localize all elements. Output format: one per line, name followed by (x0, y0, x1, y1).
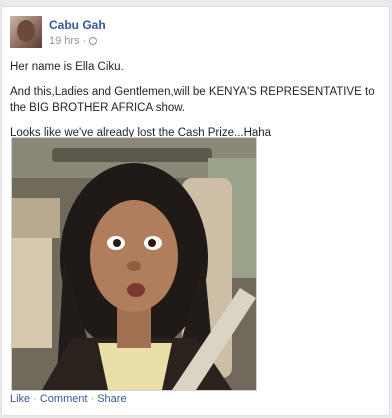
post-timestamp[interactable]: 19 hrs (49, 35, 80, 47)
post-meta: 19 hrs · (49, 35, 98, 47)
post-actions: Like · Comment · Share (10, 393, 127, 405)
like-link[interactable]: Like (10, 393, 30, 405)
post-paragraph-1: Her name is Ella Ciku. (10, 61, 124, 73)
meta-separator: · (82, 35, 87, 47)
photo-of-woman-in-car-icon (12, 138, 256, 390)
post-paragraph-2: And this,Ladies and Gentlemen,will be KE… (10, 86, 375, 114)
avatar-face (17, 20, 35, 42)
action-separator: · (33, 393, 37, 405)
audience-globe-icon[interactable] (89, 37, 98, 45)
news-feed-post: Cabu Gah 19 hrs · Her name is Ella Ciku.… (1, 6, 390, 416)
action-separator: · (90, 393, 95, 405)
author-avatar[interactable] (10, 16, 42, 48)
post-photo[interactable] (11, 137, 257, 391)
comment-link[interactable]: Comment (40, 393, 88, 405)
share-link[interactable]: Share (97, 393, 126, 405)
author-name-link[interactable]: Cabu Gah (49, 18, 106, 32)
